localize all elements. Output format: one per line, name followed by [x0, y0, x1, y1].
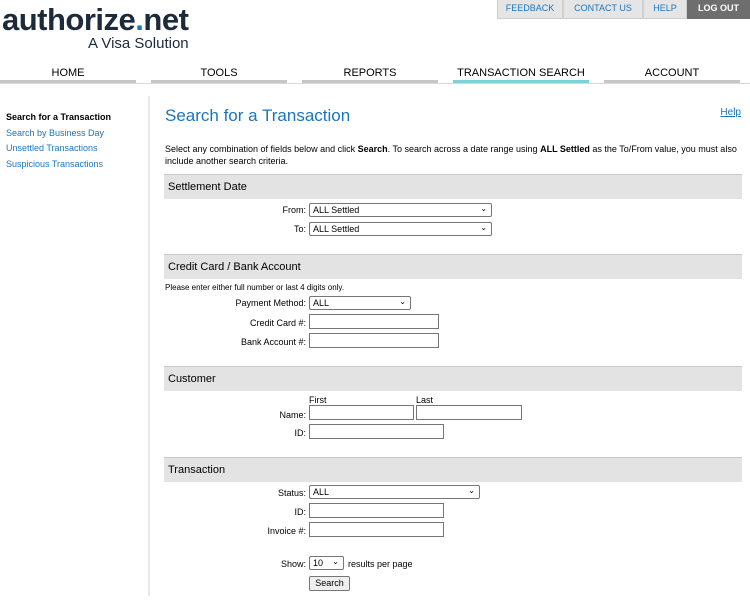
- nav-divider: [0, 83, 750, 84]
- name-label: Name:: [279, 410, 306, 420]
- settlement-to-select[interactable]: ALL Settled ⌄: [309, 222, 492, 236]
- section-credit-card-bank: Credit Card / Bank Account: [164, 254, 742, 279]
- chevron-down-icon: ⌄: [468, 486, 475, 495]
- chevron-down-icon: ⌄: [480, 204, 487, 213]
- invoice-label: Invoice #:: [267, 526, 306, 536]
- show-label: Show:: [280, 559, 306, 569]
- sidebar-item-unsettled-transactions[interactable]: Unsettled Transactions: [6, 141, 146, 157]
- sidebar-item-suspicious-transactions[interactable]: Suspicious Transactions: [6, 157, 146, 173]
- invoice-input[interactable]: [309, 522, 444, 537]
- section-customer: Customer: [164, 366, 742, 391]
- credit-card-label: Credit Card #:: [249, 318, 306, 328]
- sidebar-item-search-transaction[interactable]: Search for a Transaction: [6, 110, 146, 126]
- results-per-page-text: results per page: [348, 559, 413, 569]
- logo-wordmark: authorize.net: [2, 2, 189, 37]
- tab-reports-label: REPORTS: [343, 67, 397, 79]
- transaction-id-input[interactable]: [309, 503, 444, 518]
- tab-reports[interactable]: REPORTS: [302, 66, 438, 84]
- first-name-input[interactable]: [309, 405, 414, 420]
- search-button[interactable]: Search: [309, 576, 350, 591]
- customer-id-label: ID:: [294, 428, 306, 438]
- intro-text: Select any combination of fields below a…: [165, 144, 737, 166]
- credit-card-input[interactable]: [309, 314, 439, 329]
- tab-tools-label: TOOLS: [200, 67, 238, 79]
- tab-account-label: ACCOUNT: [644, 67, 700, 79]
- main-nav: HOME TOOLS REPORTS TRANSACTION SEARCH AC…: [0, 66, 750, 84]
- chevron-down-icon: ⌄: [332, 557, 339, 566]
- last-name-input[interactable]: [416, 405, 522, 420]
- settlement-from-select[interactable]: ALL Settled ⌄: [309, 203, 492, 217]
- tab-home[interactable]: HOME: [0, 66, 136, 84]
- feedback-link[interactable]: FEEDBACK: [497, 0, 563, 19]
- tab-tools[interactable]: TOOLS: [151, 66, 287, 84]
- chevron-down-icon: ⌄: [480, 223, 487, 232]
- brand-logo[interactable]: authorize.net A Visa Solution: [2, 2, 202, 52]
- tab-home-label: HOME: [51, 67, 85, 79]
- transaction-id-label: ID:: [294, 507, 306, 517]
- bank-account-input[interactable]: [309, 333, 439, 348]
- sidebar-item-search-business-day[interactable]: Search by Business Day: [6, 126, 146, 142]
- chevron-down-icon: ⌄: [399, 297, 406, 306]
- section-transaction: Transaction: [164, 457, 742, 482]
- help-link[interactable]: HELP: [643, 0, 687, 19]
- tab-account[interactable]: ACCOUNT: [604, 66, 740, 84]
- tab-transaction-search[interactable]: TRANSACTION SEARCH: [453, 66, 589, 84]
- payment-method-label: Payment Method:: [235, 298, 306, 308]
- page-title: Search for a Transaction: [165, 106, 351, 125]
- results-per-page-select[interactable]: 10 ⌄: [309, 556, 344, 570]
- utility-nav: FEEDBACK CONTACT US HELP LOG OUT: [497, 0, 750, 19]
- sidebar: Search for a Transaction Search by Busin…: [6, 110, 146, 173]
- first-name-header: First: [309, 395, 327, 405]
- sidebar-divider: [148, 96, 150, 596]
- bank-account-label: Bank Account #:: [240, 337, 306, 347]
- section-settlement-date: Settlement Date: [164, 174, 742, 199]
- from-label: From:: [282, 205, 307, 215]
- to-label: To:: [293, 224, 306, 234]
- status-select[interactable]: ALL ⌄: [309, 485, 480, 499]
- log-out-button[interactable]: LOG OUT: [687, 0, 750, 19]
- status-label: Status:: [277, 488, 306, 498]
- tab-transaction-search-label: TRANSACTION SEARCH: [457, 67, 585, 79]
- last-name-header: Last: [416, 395, 434, 405]
- card-note: Please enter either full number or last …: [165, 283, 345, 292]
- customer-id-input[interactable]: [309, 424, 444, 439]
- logo-tagline: A Visa Solution: [88, 35, 189, 52]
- contact-us-link[interactable]: CONTACT US: [563, 0, 643, 19]
- help-page-link[interactable]: Help: [720, 107, 741, 118]
- payment-method-select[interactable]: ALL ⌄: [309, 296, 411, 310]
